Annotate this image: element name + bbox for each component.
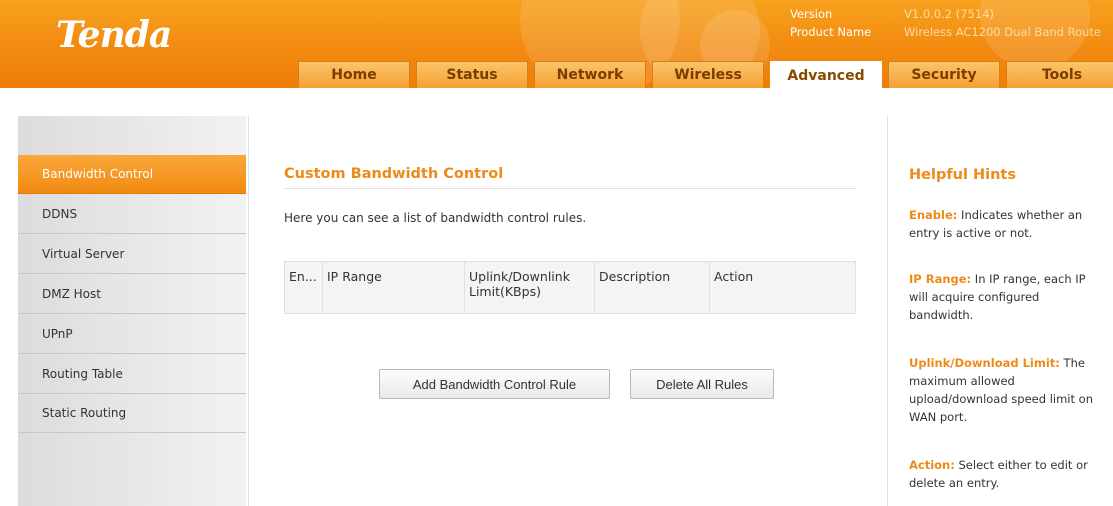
- main-nav: Home Status Network Wireless Advanced Se…: [298, 61, 1113, 88]
- sidebar-item-static-routing[interactable]: Static Routing: [18, 394, 246, 433]
- version-value: V1.0.0.2 (7514): [904, 7, 994, 21]
- table-header-row: En... IP Range Uplink/Downlink Limit(KBp…: [284, 261, 856, 314]
- product-name-value: Wireless AC1200 Dual Band Route: [904, 25, 1101, 39]
- main-content: Custom Bandwidth Control Here you can se…: [248, 116, 888, 506]
- tab-home[interactable]: Home: [298, 61, 410, 88]
- page-title: Custom Bandwidth Control: [284, 166, 856, 189]
- sidebar-item-virtual-server[interactable]: Virtual Server: [18, 235, 246, 274]
- sidebar-item-ddns[interactable]: DDNS: [18, 195, 246, 234]
- hint-term: IP Range:: [909, 272, 972, 286]
- tab-wireless[interactable]: Wireless: [652, 61, 764, 88]
- device-info-labels: Version Product Name: [790, 5, 871, 41]
- hint-action: Action: Select either to edit or delete …: [909, 456, 1099, 492]
- device-info-values: V1.0.0.2 (7514) Wireless AC1200 Dual Ban…: [904, 5, 1101, 41]
- tenda-logo: Tenda: [56, 14, 172, 56]
- sidebar: Bandwidth Control DDNS Virtual Server DM…: [18, 116, 246, 506]
- tab-tools[interactable]: Tools: [1006, 61, 1113, 88]
- hint-uplink-limit: Uplink/Download Limit: The maximum allow…: [909, 354, 1099, 426]
- column-ip-range: IP Range: [322, 261, 465, 314]
- page-description: Here you can see a list of bandwidth con…: [284, 211, 587, 225]
- column-action: Action: [714, 269, 754, 284]
- delete-all-rules-button[interactable]: Delete All Rules: [630, 369, 774, 399]
- tab-network[interactable]: Network: [534, 61, 646, 88]
- tab-advanced[interactable]: Advanced: [770, 61, 882, 88]
- hints-title: Helpful Hints: [909, 167, 1016, 183]
- header-bar: Tenda Version Product Name V1.0.0.2 (751…: [0, 0, 1113, 88]
- version-label: Version: [790, 7, 833, 21]
- sidebar-item-dmz-host[interactable]: DMZ Host: [18, 275, 246, 314]
- add-rule-button[interactable]: Add Bandwidth Control Rule: [379, 369, 610, 399]
- bandwidth-rules-table: En... IP Range Uplink/Downlink Limit(KBp…: [284, 261, 856, 314]
- product-name-label: Product Name: [790, 25, 872, 39]
- sidebar-item-bandwidth-control[interactable]: Bandwidth Control: [18, 155, 246, 194]
- column-limit: Uplink/Downlink Limit(KBps): [464, 261, 595, 314]
- hint-enable: Enable: Indicates whether an entry is ac…: [909, 206, 1099, 242]
- column-enable: En...: [284, 261, 323, 314]
- hint-term: Action:: [909, 458, 955, 472]
- tab-security[interactable]: Security: [888, 61, 1000, 88]
- sidebar-item-routing-table[interactable]: Routing Table: [18, 355, 246, 394]
- column-description: Description: [594, 261, 710, 314]
- hint-term: Uplink/Download Limit:: [909, 356, 1060, 370]
- hint-term: Enable:: [909, 208, 958, 222]
- hint-ip-range: IP Range: In IP range, each IP will acqu…: [909, 270, 1099, 324]
- sidebar-item-upnp[interactable]: UPnP: [18, 315, 246, 354]
- tab-status[interactable]: Status: [416, 61, 528, 88]
